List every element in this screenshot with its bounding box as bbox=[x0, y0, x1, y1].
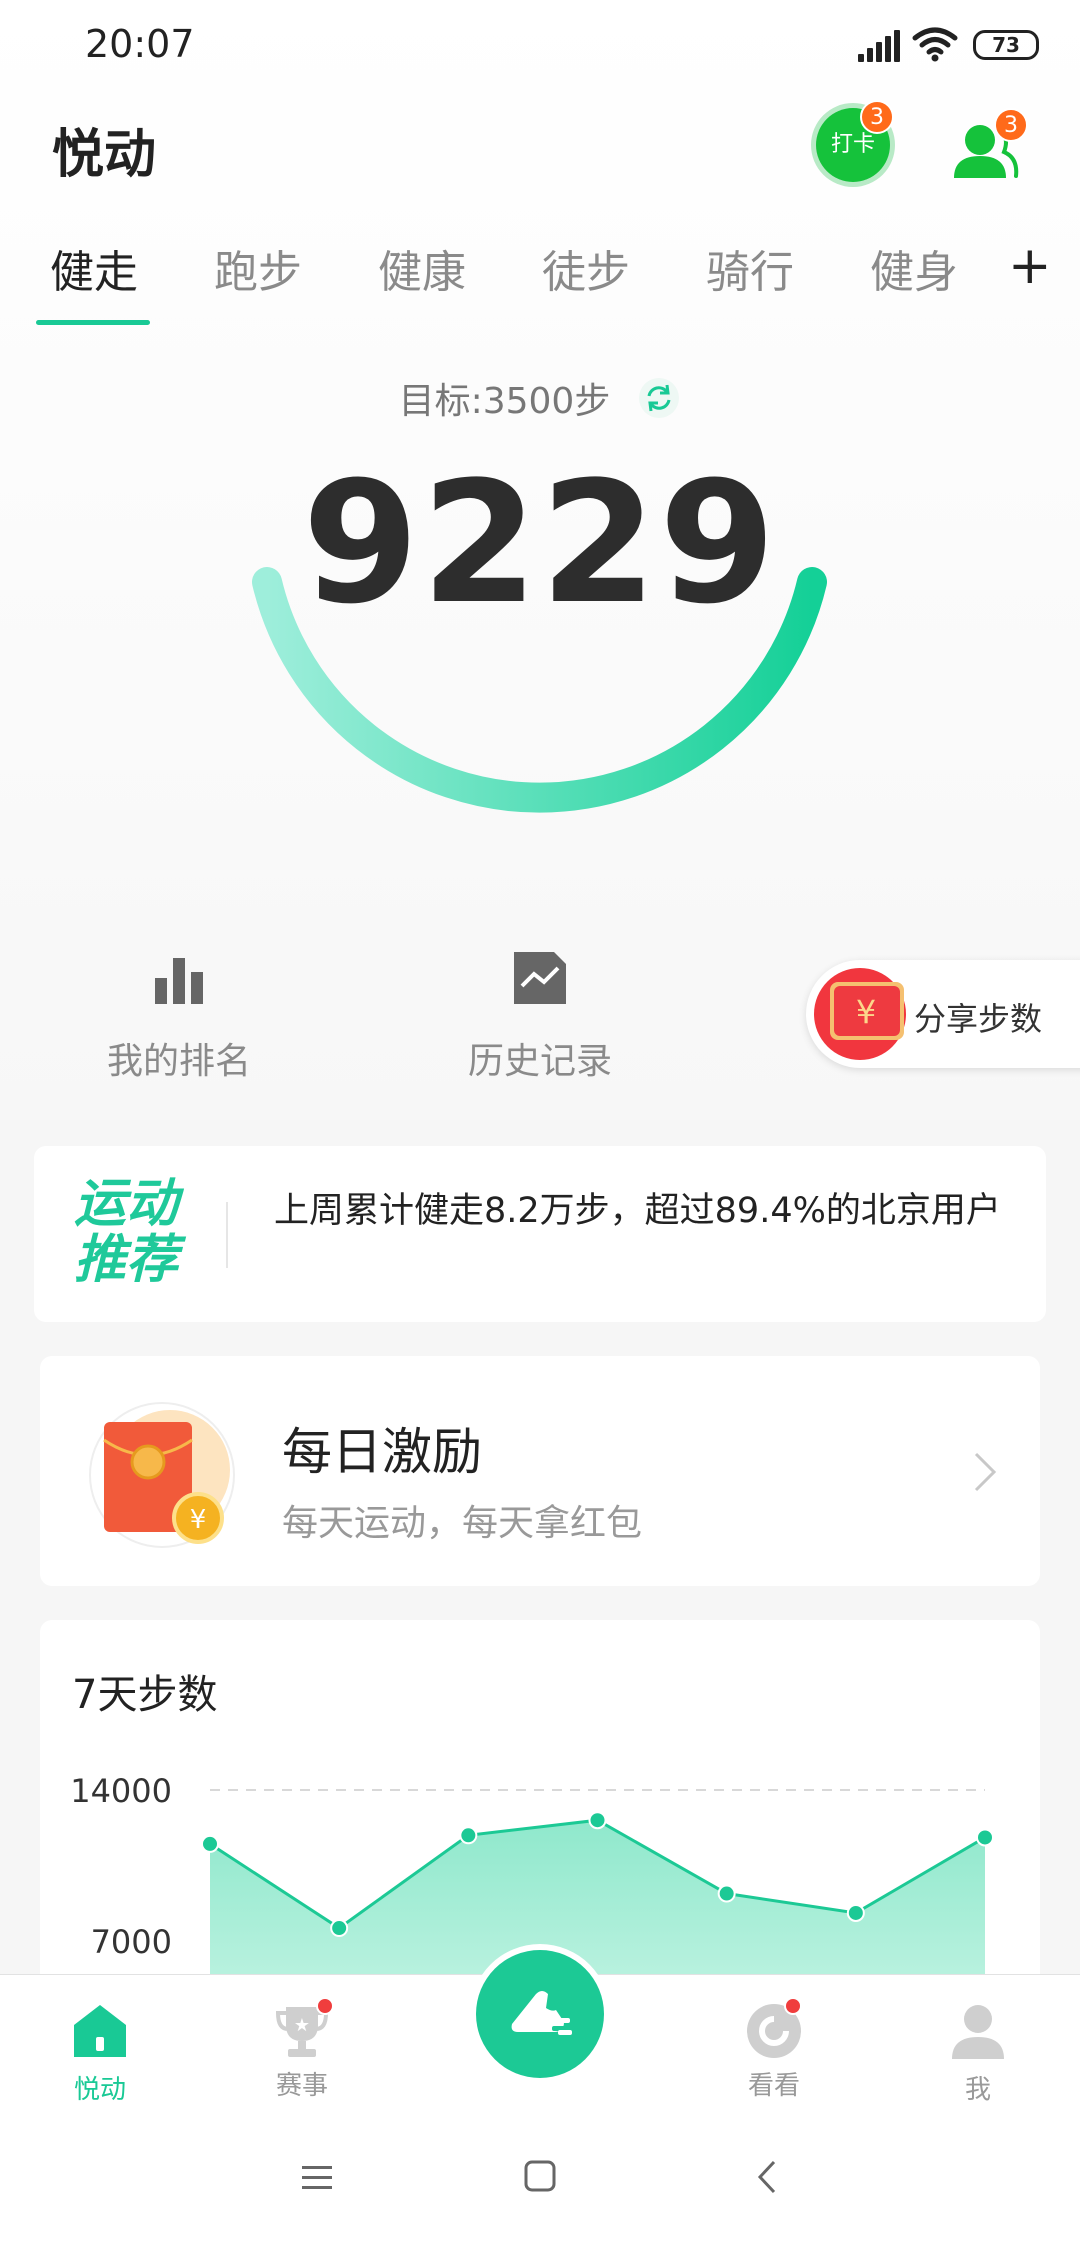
svg-text:★: ★ bbox=[294, 2015, 310, 2036]
chart-point-day-2[interactable] bbox=[330, 1919, 349, 1938]
nav-me-label: 我 bbox=[964, 2075, 991, 2105]
history-button[interactable]: 历史记录 bbox=[425, 948, 655, 1084]
events-notification-dot bbox=[316, 1997, 334, 2015]
step-goal: 目标:3500步 bbox=[0, 372, 1080, 424]
status-time: 20:07 bbox=[85, 22, 195, 66]
ranking-button[interactable]: 我的排名 bbox=[64, 948, 294, 1084]
wifi-icon bbox=[912, 27, 958, 62]
chart-point-day-7[interactable] bbox=[976, 1828, 994, 1847]
tab-health[interactable]: 健康 bbox=[378, 236, 466, 300]
add-tab-button[interactable]: + bbox=[1008, 236, 1052, 296]
bar-chart-icon bbox=[155, 958, 203, 1004]
nav-watch[interactable]: 看看 bbox=[714, 1997, 834, 2102]
goal-text: 目标:3500步 bbox=[398, 381, 611, 422]
chart-point-day-3[interactable] bbox=[459, 1826, 478, 1845]
red-packet-icon: ¥ bbox=[814, 968, 906, 1060]
nav-events[interactable]: ★ 赛事 bbox=[242, 1997, 362, 2102]
checkin-button[interactable]: 打卡 3 bbox=[816, 100, 894, 182]
signal-icon bbox=[858, 30, 902, 62]
tab-run[interactable]: 跑步 bbox=[214, 236, 302, 300]
back-icon[interactable] bbox=[752, 2158, 782, 2196]
reward-title: 每日激励 bbox=[282, 1423, 482, 1481]
watch-notification-dot bbox=[784, 1997, 802, 2015]
tab-hike[interactable]: 徒步 bbox=[542, 236, 630, 300]
recommend-card[interactable]: 运动 推荐 上周累计健走8.2万步，超过89.4%的北京用户 bbox=[34, 1146, 1046, 1322]
red-envelope-icon: ¥ bbox=[89, 1402, 235, 1548]
step-progress-arc bbox=[252, 567, 827, 813]
daily-reward-card[interactable]: ¥ 每日激励 每天运动，每天拿红包 bbox=[40, 1356, 1040, 1586]
watch-icon bbox=[744, 1997, 804, 2061]
start-run-button[interactable] bbox=[476, 1950, 604, 2078]
person-icon bbox=[952, 2005, 1004, 2059]
recommend-divider bbox=[226, 1202, 228, 1268]
tab-indicator bbox=[36, 320, 150, 325]
chart-point-day-4[interactable] bbox=[588, 1811, 607, 1830]
ranking-label: 我的排名 bbox=[106, 1041, 251, 1082]
chevron-right-icon bbox=[974, 1452, 997, 1492]
reward-subtitle: 每天运动，每天拿红包 bbox=[282, 1503, 643, 1544]
recommend-title-line2: 推荐 bbox=[74, 1230, 179, 1290]
system-nav-bar bbox=[0, 2112, 1080, 2244]
sneaker-icon bbox=[511, 1991, 572, 2035]
tab-cycle[interactable]: 骑行 bbox=[706, 236, 794, 300]
home-icon bbox=[74, 2005, 126, 2057]
history-label: 历史记录 bbox=[467, 1041, 612, 1082]
menu-icon[interactable] bbox=[300, 2160, 334, 2194]
chart-point-day-6[interactable] bbox=[846, 1903, 865, 1922]
nav-watch-label: 看看 bbox=[747, 2071, 800, 2101]
history-chart-icon bbox=[514, 952, 566, 1004]
share-label: 分享步数 bbox=[914, 1000, 1043, 1038]
refresh-icon[interactable] bbox=[637, 376, 681, 420]
nav-home-label: 悦动 bbox=[73, 2075, 126, 2105]
y-tick-14000: 14000 bbox=[70, 1772, 172, 1810]
nav-me[interactable]: 我 bbox=[918, 2001, 1038, 2106]
svg-text:¥: ¥ bbox=[856, 993, 876, 1031]
y-tick-7000: 7000 bbox=[91, 1923, 172, 1961]
checkin-badge: 3 bbox=[860, 100, 894, 134]
battery-indicator: 73 bbox=[973, 30, 1039, 60]
share-steps-button[interactable]: ¥ 分享步数 bbox=[806, 960, 1080, 1068]
recommend-title-line1: 运动 bbox=[74, 1174, 179, 1234]
status-bar: 20:07 73 bbox=[0, 0, 1080, 92]
nav-events-label: 赛事 bbox=[275, 2071, 328, 2101]
app-title: 悦动 bbox=[52, 125, 157, 185]
recommend-text: 上周累计健走8.2万步，超过89.4%的北京用户 bbox=[274, 1191, 1001, 1231]
tab-walk[interactable]: 健走 bbox=[50, 236, 138, 300]
recommend-title: 运动 推荐 bbox=[74, 1176, 234, 1288]
trophy-icon: ★ bbox=[272, 1997, 334, 2061]
friends-badge: 3 bbox=[994, 108, 1028, 142]
svg-text:¥: ¥ bbox=[190, 1505, 207, 1535]
chart-point-day-1[interactable] bbox=[201, 1834, 219, 1853]
nav-home[interactable]: 悦动 bbox=[40, 2001, 160, 2106]
chart-point-day-5[interactable] bbox=[717, 1884, 736, 1903]
sport-tabs: 健走 跑步 健康 徒步 骑行 健身 bbox=[0, 236, 1080, 328]
tab-fitness[interactable]: 健身 bbox=[870, 236, 958, 300]
checkin-label: 打卡 bbox=[830, 132, 875, 157]
friends-button[interactable]: 3 bbox=[946, 108, 1028, 184]
home-square-icon[interactable] bbox=[522, 2158, 558, 2194]
